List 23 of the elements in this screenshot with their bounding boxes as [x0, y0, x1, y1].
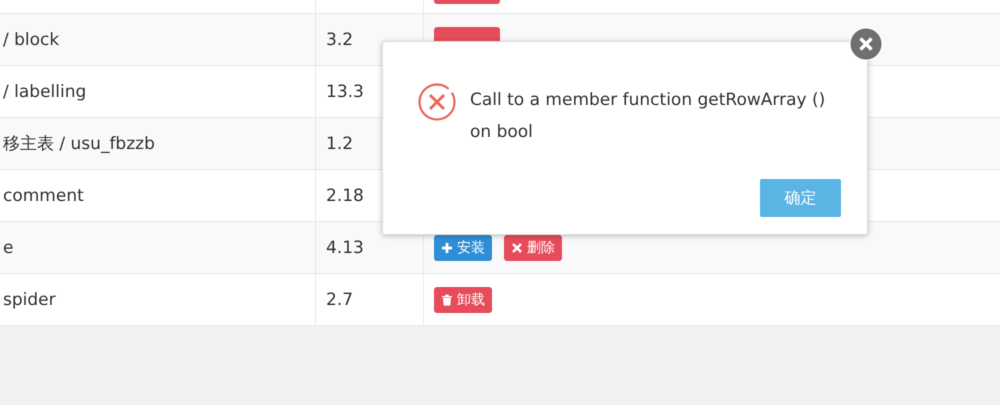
table-cell-text: 移主表 / usu_fbzzb [3, 133, 155, 155]
table-cell: 1.2 [326, 134, 354, 154]
table-cell: 2.7 [326, 290, 354, 310]
table-cell: e [3, 238, 14, 258]
table-cell: 2.18 [326, 186, 364, 206]
confirm-button[interactable]: 确定 [760, 179, 841, 217]
table-cell: spider [3, 290, 56, 310]
error-message: Call to a member function getRowArray () on bool [470, 89, 826, 144]
table-cell: / labelling [3, 82, 86, 102]
close-icon[interactable] [849, 27, 883, 61]
close-icon [511, 242, 523, 254]
error-icon [417, 82, 457, 122]
table-cell: 4.13 [326, 238, 364, 258]
table-cell: comment [3, 186, 84, 206]
uninstall-button[interactable]: 卸载 [434, 286, 492, 312]
table-cell: 13.3 [326, 82, 364, 102]
table-cell: / block [3, 30, 60, 50]
button-edge [434, 0, 500, 4]
install-button[interactable]: 安装 [434, 234, 492, 260]
trash-icon [441, 294, 453, 306]
delete-button[interactable]: 删除 [504, 234, 562, 260]
plus-icon [441, 242, 453, 254]
table-cell: 3.2 [326, 30, 354, 50]
